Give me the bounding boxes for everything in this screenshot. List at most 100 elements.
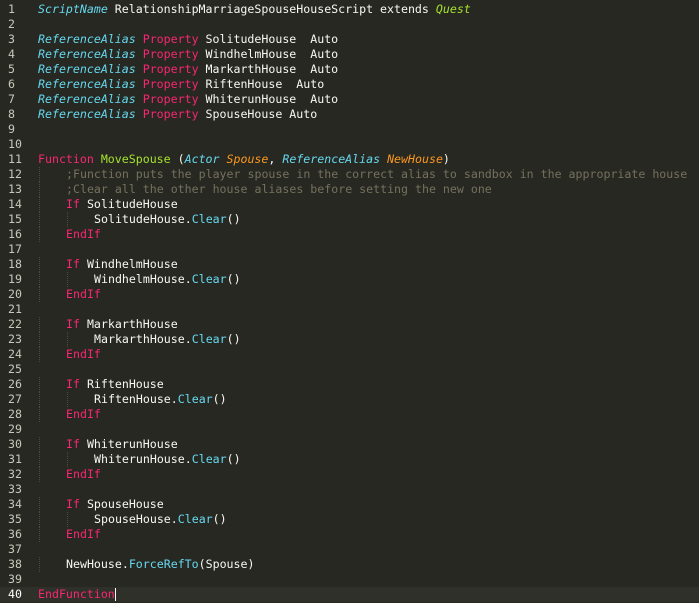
- code-line[interactable]: 25: [0, 362, 699, 377]
- code-line[interactable]: 39: [0, 572, 699, 587]
- code-line[interactable]: 14 If SolitudeHouse: [0, 197, 699, 212]
- code-line[interactable]: 21: [0, 302, 699, 317]
- code-line[interactable]: 22 If MarkarthHouse: [0, 317, 699, 332]
- code-token: WhiterunHouse: [79, 437, 178, 451]
- code-line[interactable]: 26 If RiftenHouse: [0, 377, 699, 392]
- code-line[interactable]: 15 SolitudeHouse.Clear(): [0, 212, 699, 227]
- code-line[interactable]: 9: [0, 122, 699, 137]
- code-line[interactable]: 2: [0, 17, 699, 32]
- code-token: Clear: [177, 512, 213, 526]
- code-line[interactable]: 13 ;Clear all the other house aliases bef…: [0, 182, 699, 197]
- code-line[interactable]: 10: [0, 137, 699, 152]
- code-token: SpouseHouse.: [94, 512, 178, 526]
- indent-guide: [39, 527, 40, 542]
- code-token: SpouseHouse Auto: [198, 107, 318, 121]
- code-text: If WindhelmHouse: [66, 257, 178, 272]
- code-line[interactable]: 17: [0, 242, 699, 257]
- code-line[interactable]: 28 EndIf: [0, 407, 699, 422]
- code-line[interactable]: 19 WindhelmHouse.Clear(): [0, 272, 699, 287]
- code-line[interactable]: 20 EndIf: [0, 287, 699, 302]
- code-token: NewHouse.: [66, 557, 129, 571]
- code-line[interactable]: 27 RiftenHouse.Clear(): [0, 392, 699, 407]
- code-line[interactable]: 36 EndIf: [0, 527, 699, 542]
- code-line[interactable]: 34 If SpouseHouse: [0, 497, 699, 512]
- code-token: SpouseHouse: [79, 497, 164, 511]
- code-text: ReferenceAlias Property SpouseHouse Auto: [38, 107, 317, 122]
- code-token: Actor: [184, 152, 220, 166]
- code-line[interactable]: 8 ReferenceAlias Property SpouseHouse Aut…: [0, 107, 699, 122]
- code-text: ReferenceAlias Property MarkarthHouse Au…: [38, 62, 338, 77]
- code-token: Function: [38, 152, 94, 166]
- code-text: EndIf: [66, 347, 101, 362]
- line-number: 1: [8, 2, 15, 16]
- code-token: ,: [268, 152, 283, 166]
- line-number: 2: [8, 17, 15, 31]
- code-line[interactable]: 5 ReferenceAlias Property MarkarthHouse A…: [0, 62, 699, 77]
- code-line[interactable]: 6 ReferenceAlias Property RiftenHouse Aut…: [0, 77, 699, 92]
- code-token: EndFunction: [38, 587, 115, 601]
- code-token: If: [66, 377, 80, 391]
- code-token: Quest: [435, 2, 471, 16]
- line-number: 16: [8, 227, 22, 241]
- code-token: EndIf: [66, 407, 101, 421]
- code-text: ReferenceAlias Property SolitudeHouse Au…: [38, 32, 338, 47]
- line-number: 19: [8, 272, 22, 286]
- line-number: 4: [8, 47, 15, 61]
- code-line[interactable]: 24 EndIf: [0, 347, 699, 362]
- code-token: Clear: [191, 212, 227, 226]
- indent-guide: [67, 212, 68, 227]
- indent-guide: [39, 287, 40, 302]
- indent-guide: [39, 467, 40, 482]
- code-line[interactable]: 32 EndIf: [0, 467, 699, 482]
- code-line[interactable]: 4 ReferenceAlias Property WindhelmHouse A…: [0, 47, 699, 62]
- code-line[interactable]: 38 NewHouse.ForceRefTo(Spouse): [0, 557, 699, 572]
- code-line[interactable]: 1 ScriptName RelationshipMarriageSpouseHo…: [0, 2, 699, 17]
- code-line[interactable]: 7 ReferenceAlias Property WhiterunHouse A…: [0, 92, 699, 107]
- line-number: 35: [8, 512, 22, 526]
- code-line[interactable]: 18 If WindhelmHouse: [0, 257, 699, 272]
- code-line[interactable]: 31 WhiterunHouse.Clear(): [0, 452, 699, 467]
- code-token: WhiterunHouse.: [94, 452, 192, 466]
- code-line[interactable]: 37: [0, 542, 699, 557]
- code-token: (: [170, 152, 185, 166]
- line-number: 26: [8, 377, 22, 391]
- code-line[interactable]: 3 ReferenceAlias Property SolitudeHouse A…: [0, 32, 699, 47]
- code-text: ScriptName RelationshipMarriageSpouseHou…: [38, 2, 471, 17]
- code-token: If: [66, 257, 80, 271]
- code-line[interactable]: 40 EndFunction: [0, 587, 699, 602]
- line-number: 17: [8, 242, 22, 256]
- code-token: SolitudeHouse Auto: [198, 32, 339, 46]
- code-line[interactable]: 33: [0, 482, 699, 497]
- code-token: Clear: [191, 272, 227, 286]
- code-line[interactable]: 16 EndIf: [0, 227, 699, 242]
- code-token: Clear: [191, 332, 227, 346]
- code-line[interactable]: 11 Function MoveSpouse (Actor Spouse, Ref…: [0, 152, 699, 167]
- code-token: WhiterunHouse Auto: [198, 92, 339, 106]
- code-token: SolitudeHouse: [79, 197, 178, 211]
- code-line[interactable]: 12 ;Function puts the player spouse in th…: [0, 167, 699, 182]
- code-token: MarkarthHouse: [79, 317, 178, 331]
- code-token: Property: [142, 62, 199, 76]
- code-line[interactable]: 35 SpouseHouse.Clear(): [0, 512, 699, 527]
- code-line[interactable]: 23 MarkarthHouse.Clear(): [0, 332, 699, 347]
- code-text: EndFunction: [38, 587, 115, 602]
- code-token: MoveSpouse: [100, 152, 171, 166]
- code-token: If: [66, 197, 80, 211]
- code-token: ForceRefTo: [128, 557, 199, 571]
- indent-guide: [39, 452, 40, 467]
- indent-guide: [39, 377, 40, 392]
- code-line[interactable]: 29: [0, 422, 699, 437]
- code-line[interactable]: 30 If WhiterunHouse: [0, 437, 699, 452]
- code-text: EndIf: [66, 287, 101, 302]
- indent-guide: [39, 167, 40, 182]
- line-number: 39: [8, 572, 22, 586]
- code-token: EndIf: [66, 227, 101, 241]
- line-number: 23: [8, 332, 22, 346]
- code-token: ReferenceAlias: [38, 32, 136, 46]
- code-editor[interactable]: 1 ScriptName RelationshipMarriageSpouseHo…: [0, 0, 699, 603]
- code-token: (): [226, 332, 241, 346]
